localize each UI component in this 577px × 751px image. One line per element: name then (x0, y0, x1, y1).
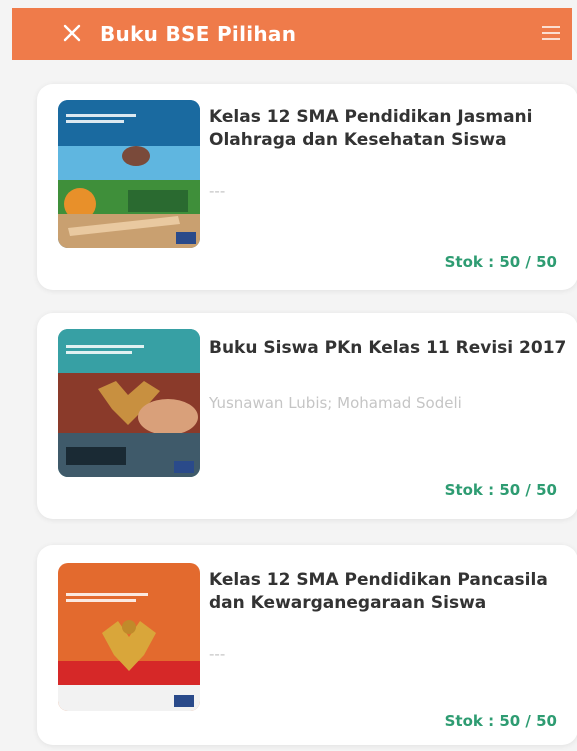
book-author: --- (209, 182, 226, 200)
page-title: Buku BSE Pilihan (100, 22, 297, 46)
stock-label: Stok : 50 / 50 (444, 481, 557, 499)
book-cover-image (58, 100, 200, 248)
book-title: Buku Siswa PKn Kelas 11 Revisi 2017 (209, 338, 567, 358)
stock-label: Stok : 50 / 50 (444, 253, 557, 271)
close-icon[interactable] (60, 21, 84, 45)
screen: Buku BSE Pilihan Kelas 12 SMA Pendidikan… (0, 0, 577, 751)
book-card[interactable]: Buku Siswa PKn Kelas 11 Revisi 2017 Yusn… (37, 313, 577, 519)
book-card[interactable]: Kelas 12 SMA Pendidikan Pancasila dan Ke… (37, 545, 577, 745)
book-title: Kelas 12 SMA Pendidikan Jasmani Olahraga… (209, 107, 533, 150)
book-title: Kelas 12 SMA Pendidikan Pancasila dan Ke… (209, 570, 548, 613)
book-author: Yusnawan Lubis; Mohamad Sodeli (209, 394, 462, 412)
menu-icon[interactable] (542, 25, 560, 41)
stock-label: Stok : 50 / 50 (444, 712, 557, 730)
app-bar: Buku BSE Pilihan (12, 8, 572, 60)
book-author: --- (209, 645, 226, 663)
book-cover-image (58, 563, 200, 711)
book-card[interactable]: Kelas 12 SMA Pendidikan Jasmani Olahraga… (37, 84, 577, 290)
book-cover-image (58, 329, 200, 477)
